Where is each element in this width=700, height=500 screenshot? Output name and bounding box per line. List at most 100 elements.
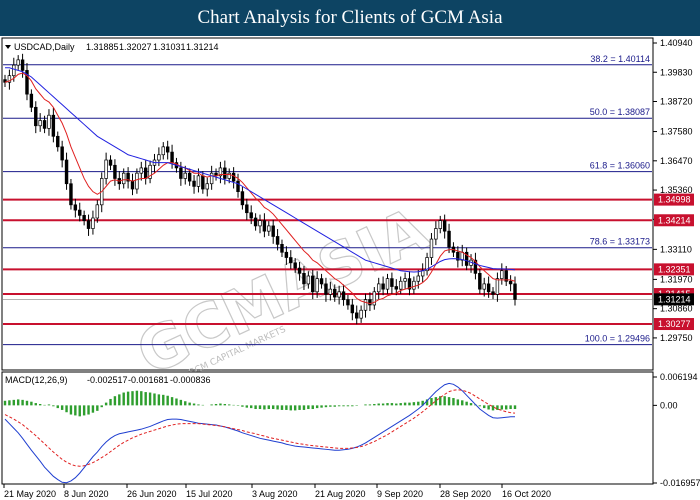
candle-body xyxy=(262,220,267,232)
candle-body xyxy=(346,299,350,306)
candle-body xyxy=(73,204,78,211)
candle-body xyxy=(297,267,302,274)
candle-body xyxy=(130,180,135,190)
candle-body xyxy=(293,262,297,269)
candle-body xyxy=(271,225,275,237)
time-tick-label: 26 Jun 2020 xyxy=(127,489,177,499)
trading-chart: GCMASIA GCM CAPITAL MARKETS 38.2 = 1.401… xyxy=(0,36,700,500)
candle-body xyxy=(267,225,271,232)
candle-body xyxy=(78,209,82,216)
candle-body xyxy=(398,280,403,290)
candle-body xyxy=(231,172,236,182)
time-tick-label: 15 Jul 2020 xyxy=(186,489,233,499)
sr-level-value: 1.34998 xyxy=(658,195,691,205)
sr-level-value: 1.32351 xyxy=(658,264,691,274)
candle-body xyxy=(196,175,201,187)
candle-body xyxy=(29,93,34,108)
candle-body xyxy=(328,288,333,295)
candle-body xyxy=(192,180,196,187)
candle-body xyxy=(385,278,390,290)
candle-body xyxy=(82,215,86,221)
candle-body xyxy=(227,172,231,179)
candle-body xyxy=(478,272,482,290)
price-panel[interactable]: GCMASIA GCM CAPITAL MARKETS 38.2 = 1.401… xyxy=(1,37,654,390)
price-tick-label: 1.37580 xyxy=(660,127,693,137)
time-tick-label: 21 May 2020 xyxy=(4,489,56,499)
high-value: 1.32027 xyxy=(119,42,152,52)
candle-body xyxy=(205,183,209,190)
candle-body xyxy=(209,172,214,185)
candle-body xyxy=(333,288,337,298)
candle-body xyxy=(56,135,60,148)
candle-body xyxy=(236,180,240,192)
open-value: 1.31885 xyxy=(86,42,119,52)
price-tick-label: 1.39830 xyxy=(660,67,693,77)
candle-body xyxy=(302,272,306,285)
candle-body xyxy=(416,275,420,282)
close-value: 1.31214 xyxy=(186,42,219,52)
candle-body xyxy=(319,278,324,285)
candle-body xyxy=(249,212,253,219)
candle-body xyxy=(165,146,170,153)
macd-tick-label: 0.00 xyxy=(660,400,678,410)
candle-body xyxy=(368,299,372,306)
candle-body xyxy=(376,283,381,293)
low-value: 1.31031 xyxy=(153,42,186,52)
candle-body xyxy=(47,114,51,129)
candle-body xyxy=(135,172,139,190)
candle-body xyxy=(258,220,262,227)
candle-body xyxy=(280,244,284,253)
macd-value-3: -0.000836 xyxy=(170,375,211,385)
candle-body xyxy=(157,154,161,161)
time-tick-label: 16 Oct 2020 xyxy=(502,489,551,499)
candle-body xyxy=(403,278,407,282)
candle-body xyxy=(381,283,385,290)
chart-banner: Chart Analysis for Clients of GCM Asia xyxy=(0,0,700,36)
fib-level-label: 50.0 = 1.38087 xyxy=(590,107,650,117)
banner-title: Chart Analysis for Clients of GCM Asia xyxy=(197,7,503,28)
fib-level-label: 38.2 = 1.40114 xyxy=(590,54,650,64)
candle-body xyxy=(315,278,319,293)
candle-body xyxy=(139,167,144,174)
candle-body xyxy=(355,312,359,319)
price-tick-label: 1.38720 xyxy=(660,97,693,107)
macd-value-2: -0.001681 xyxy=(128,375,169,385)
candle-body xyxy=(324,283,328,295)
candle-body xyxy=(306,275,311,285)
current-price-value: 1.31214 xyxy=(658,294,691,304)
candle-body xyxy=(363,299,368,311)
candle-body xyxy=(91,217,95,229)
candle-body xyxy=(104,159,108,179)
candle-body xyxy=(240,191,245,206)
candle-body xyxy=(108,159,113,166)
candle-body xyxy=(508,280,513,285)
macd-tick-label: 0.006194 xyxy=(660,372,698,382)
sr-level-value: 1.30277 xyxy=(658,319,691,329)
price-tick-label: 1.33110 xyxy=(660,244,692,254)
candle-body xyxy=(201,175,205,190)
candle-body xyxy=(223,167,227,179)
macd-tick-label: -0.016957 xyxy=(660,478,700,488)
candle-body xyxy=(513,283,517,300)
candle-body xyxy=(16,59,20,66)
time-tick-label: 21 Aug 2020 xyxy=(315,489,366,499)
time-tick-label: 8 Jun 2020 xyxy=(64,489,109,499)
price-tick-label: 1.40940 xyxy=(660,38,693,48)
price-tick-label: 1.35360 xyxy=(660,185,693,195)
candle-body xyxy=(161,146,165,156)
candle-body xyxy=(491,291,495,295)
candle-body xyxy=(482,283,486,290)
candle-body xyxy=(38,120,42,127)
candle-body xyxy=(500,270,504,279)
candle-body xyxy=(341,291,346,301)
candle-body xyxy=(183,172,187,179)
candle-body xyxy=(187,172,192,182)
candle-body xyxy=(289,257,293,264)
time-tick-label: 3 Aug 2020 xyxy=(252,489,298,499)
macd-panel[interactable]: MACD(12,26,9) -0.002517 -0.001681 -0.000… xyxy=(1,371,654,485)
candle-body xyxy=(121,172,126,185)
macd-label: MACD(12,26,9) xyxy=(5,375,68,385)
candle-body xyxy=(390,278,394,287)
candle-body xyxy=(394,286,399,290)
price-tick-label: 1.36470 xyxy=(660,156,693,166)
